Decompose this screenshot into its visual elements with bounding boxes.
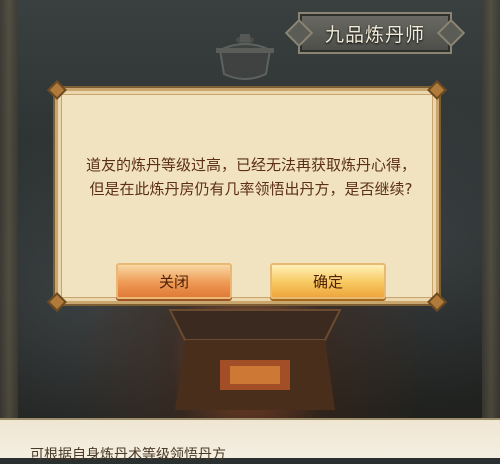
info-panel: 可根据自身炼丹术等级领悟丹方 <box>0 418 500 463</box>
close-button-label: 关闭 <box>158 272 189 291</box>
footer-hint: 可根据自身炼丹术等级领悟丹方 <box>30 447 226 463</box>
confirm-button[interactable]: 确定 <box>270 263 386 299</box>
close-button[interactable]: 关闭 <box>116 263 232 299</box>
left-frame-pillar <box>0 0 18 418</box>
furnace-silhouette <box>168 309 342 410</box>
confirm-button-label: 确定 <box>312 272 343 291</box>
cauldron-silhouette <box>216 34 274 80</box>
alchemist-rank-banner: 九品炼丹师 <box>298 12 452 54</box>
rank-title: 九品炼丹师 <box>324 23 425 46</box>
dialog-message: 道友的炼丹等级过高，已经无法再获取炼丹心得，但是在此炼丹房仍有几率领悟出丹方，是… <box>86 156 417 198</box>
right-frame-pillar <box>482 0 500 418</box>
level-warning-dialog: 道友的炼丹等级过高，已经无法再获取炼丹心得，但是在此炼丹房仍有几率领悟出丹方，是… <box>47 80 447 312</box>
